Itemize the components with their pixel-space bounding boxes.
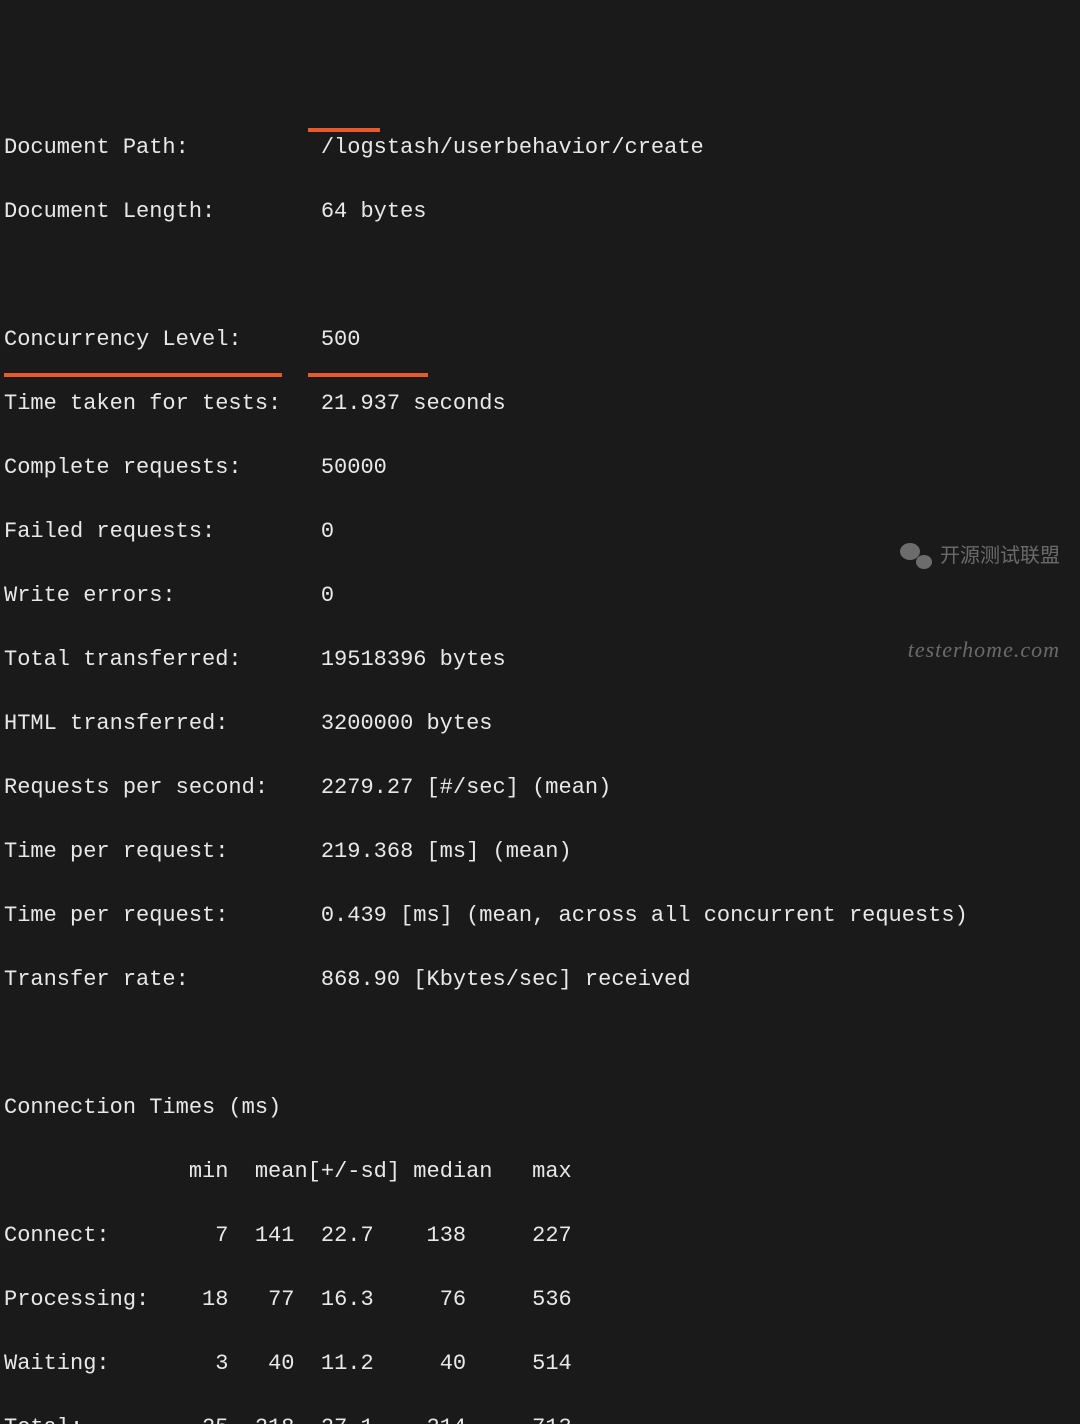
tpr2-label: Time per request: [4, 903, 228, 928]
doc-path-label: Document Path: [4, 135, 189, 160]
conn-h-sd: [+/-sd] [308, 1159, 400, 1184]
conn-header-row: min mean[+/-sd] median max [4, 1156, 1080, 1188]
complete-label: Complete requests: [4, 455, 242, 480]
conn-processing-min: 18 [202, 1287, 228, 1312]
conn-total-label: Total: [4, 1415, 83, 1424]
conn-connect-median: 138 [427, 1223, 467, 1248]
conn-total-mean: 218 [255, 1415, 295, 1424]
conn-processing-sd: 16.3 [321, 1287, 374, 1312]
conn-waiting-label: Waiting: [4, 1351, 110, 1376]
conn-waiting-median: 40 [440, 1351, 466, 1376]
doc-path-row: Document Path: /logstash/userbehavior/cr… [4, 132, 1080, 164]
doc-len-row: Document Length: 64 bytes [4, 196, 1080, 228]
conn-processing-median: 76 [440, 1287, 466, 1312]
concurrency-value: 500 [321, 327, 361, 352]
time-taken-value: 21.937 seconds [321, 391, 506, 416]
conn-h-median: median [413, 1159, 492, 1184]
failed-value: 0 [321, 519, 334, 544]
blank-row-2 [4, 1028, 1080, 1060]
wechat-icon [900, 543, 932, 569]
conn-waiting-max: 514 [532, 1351, 572, 1376]
conn-h-mean: mean [255, 1159, 308, 1184]
conn-total-row: Total: 25 218 27.1 214 713 [4, 1412, 1080, 1424]
conn-h-max: max [532, 1159, 572, 1184]
highlight-concurrency [308, 128, 380, 132]
rps-row: Requests per second: 2279.27 [#/sec] (me… [4, 772, 1080, 804]
rps-value: 2279.27 [#/sec] (mean) [321, 775, 611, 800]
tpr1-label: Time per request: [4, 839, 228, 864]
watermark-line2: testerhome.com [900, 634, 1060, 666]
highlight-rps-value [308, 373, 428, 377]
conn-total-sd: 27.1 [321, 1415, 374, 1424]
tpr1-value: 219.368 [ms] (mean) [321, 839, 572, 864]
conn-processing-row: Processing: 18 77 16.3 76 536 [4, 1284, 1080, 1316]
html-tx-row: HTML transferred: 3200000 bytes [4, 708, 1080, 740]
conn-processing-max: 536 [532, 1287, 572, 1312]
tpr1-row: Time per request: 219.368 [ms] (mean) [4, 836, 1080, 868]
watermark-line1: 开源测试联盟 [940, 540, 1060, 572]
transfer-row: Transfer rate: 868.90 [Kbytes/sec] recei… [4, 964, 1080, 996]
conn-total-min: 25 [202, 1415, 228, 1424]
write-err-value: 0 [321, 583, 334, 608]
concurrency-label: Concurrency Level: [4, 327, 242, 352]
total-tx-label: Total transferred: [4, 647, 242, 672]
conn-h-min: min [189, 1159, 229, 1184]
doc-path-value: /logstash/userbehavior/create [321, 135, 704, 160]
doc-len-value: 64 bytes [321, 199, 427, 224]
conn-connect-min: 7 [215, 1223, 228, 1248]
transfer-value: 868.90 [Kbytes/sec] received [321, 967, 691, 992]
html-tx-value: 3200000 bytes [321, 711, 493, 736]
conn-waiting-mean: 40 [268, 1351, 294, 1376]
conn-connect-mean: 141 [255, 1223, 295, 1248]
time-taken-row: Time taken for tests: 21.937 seconds [4, 388, 1080, 420]
conn-waiting-min: 3 [215, 1351, 228, 1376]
conn-title: Connection Times (ms) [4, 1092, 1080, 1124]
complete-value: 50000 [321, 455, 387, 480]
conn-connect-max: 227 [532, 1223, 572, 1248]
conn-waiting-sd: 11.2 [321, 1351, 374, 1376]
transfer-label: Transfer rate: [4, 967, 189, 992]
conn-connect-sd: 22.7 [321, 1223, 374, 1248]
conn-processing-label: Processing: [4, 1287, 149, 1312]
watermark: 开源测试联盟 testerhome.com [900, 476, 1060, 698]
tpr2-value: 0.439 [ms] (mean, across all concurrent … [321, 903, 968, 928]
conn-waiting-row: Waiting: 3 40 11.2 40 514 [4, 1348, 1080, 1380]
html-tx-label: HTML transferred: [4, 711, 228, 736]
conn-total-median: 214 [427, 1415, 467, 1424]
time-taken-label: Time taken for tests: [4, 391, 281, 416]
concurrency-row: Concurrency Level: 500 [4, 324, 1080, 356]
blank-row-1 [4, 260, 1080, 292]
doc-len-label: Document Length: [4, 199, 215, 224]
write-err-label: Write errors: [4, 583, 176, 608]
conn-connect-label: Connect: [4, 1223, 110, 1248]
conn-connect-row: Connect: 7 141 22.7 138 227 [4, 1220, 1080, 1252]
tpr2-row: Time per request: 0.439 [ms] (mean, acro… [4, 900, 1080, 932]
conn-processing-mean: 77 [268, 1287, 294, 1312]
total-tx-value: 19518396 bytes [321, 647, 506, 672]
highlight-rps-label [4, 373, 282, 377]
failed-label: Failed requests: [4, 519, 215, 544]
conn-total-max: 713 [532, 1415, 572, 1424]
rps-label: Requests per second: [4, 775, 268, 800]
